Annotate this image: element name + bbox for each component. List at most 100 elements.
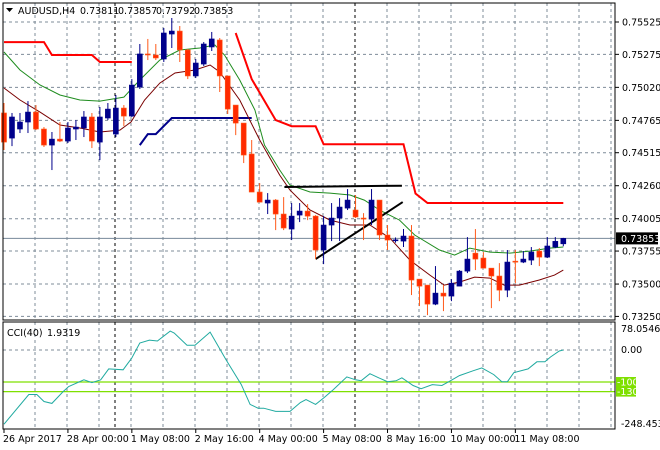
- candle-bullish: [336, 206, 343, 219]
- candle-bearish: [488, 267, 495, 277]
- cci-level-label: -130: [617, 387, 639, 398]
- candle-bullish: [328, 217, 335, 226]
- cci-header: CCI(40) 1.9319: [7, 328, 80, 339]
- candle-bearish: [224, 75, 231, 110]
- cci-panel-frame: [2, 321, 616, 430]
- time-tick-label: 1 May 08:00: [131, 434, 190, 445]
- candle-bearish: [536, 250, 543, 258]
- candle-bullish: [97, 116, 103, 143]
- candle-bearish: [280, 213, 287, 229]
- candle-bearish: [176, 30, 183, 51]
- candle-bullish: [456, 270, 463, 287]
- candle-bearish: [304, 210, 311, 217]
- candle-bearish: [512, 260, 519, 263]
- candle-bullish: [25, 111, 31, 123]
- candle-bullish: [432, 292, 439, 305]
- dropdown-triangle-icon[interactable]: [6, 8, 13, 12]
- candle-bullish: [17, 121, 23, 130]
- price-tick-label: 0.73500: [622, 280, 660, 291]
- cci-current-value: 1.9319: [47, 328, 80, 339]
- price-tick-label: 0.75525: [622, 18, 660, 29]
- candle-bearish: [480, 257, 487, 269]
- candle-bullish: [208, 38, 215, 48]
- candle-bullish: [129, 84, 135, 117]
- indicator-overlays: [3, 32, 564, 286]
- candle-bullish: [552, 241, 559, 248]
- candle-bullish: [288, 215, 295, 230]
- candle-bearish: [248, 153, 255, 193]
- candle-bearish: [216, 39, 223, 77]
- candle-bearish: [256, 191, 263, 203]
- candle-bullish: [320, 224, 327, 251]
- candle-bearish: [440, 292, 447, 297]
- candle-bullish: [137, 53, 143, 88]
- candle-bearish: [89, 116, 95, 142]
- price-tick-label: 0.75275: [622, 50, 660, 61]
- candle-bullish: [400, 235, 407, 242]
- candle-bullish: [161, 32, 167, 60]
- price-tick-label: 0.74005: [622, 214, 660, 225]
- time-tick-label: 11 May 08:00: [514, 434, 579, 445]
- candle-bullish: [65, 127, 71, 142]
- price-tick-label: 0.73755: [622, 247, 660, 258]
- candle-bullish: [560, 238, 567, 245]
- candle-bullish: [344, 199, 351, 209]
- candle-bearish: [41, 128, 47, 146]
- candle-bearish: [1, 112, 7, 143]
- high-value: 0.73857: [118, 6, 157, 17]
- candle-bullish: [264, 199, 271, 204]
- candles: [1, 17, 567, 316]
- time-tick-label: 8 May 16:00: [387, 434, 446, 445]
- price-tick-label: 0.74515: [622, 148, 660, 159]
- price-tick-label: 0.75020: [622, 83, 660, 94]
- candle-bearish: [240, 122, 247, 156]
- chart-header: AUDUSD,H4 0.73811 0.73857 0.73792 0.7385…: [6, 6, 233, 17]
- candle-bullish: [520, 258, 527, 263]
- cci-panel: [3, 330, 615, 425]
- candle-bullish: [9, 116, 15, 139]
- candle-bearish: [153, 54, 159, 59]
- candle-bearish: [312, 215, 319, 251]
- candle-bullish: [544, 245, 551, 258]
- cci-axis-label-zero: 0.00: [621, 345, 642, 356]
- candle-bearish: [472, 252, 479, 260]
- cci-line: [3, 330, 564, 425]
- candle-bearish: [272, 199, 279, 215]
- cci-axis-label-min: -248.4535: [621, 419, 660, 430]
- candle-bearish: [424, 284, 431, 305]
- candle-bullish: [448, 282, 455, 297]
- candle-bearish: [184, 49, 191, 77]
- candle-bullish: [192, 62, 199, 77]
- time-tick-label: 5 May 08:00: [323, 434, 382, 445]
- main-panel-frame: [2, 2, 616, 321]
- candle-bearish: [360, 217, 367, 220]
- candle-bullish: [464, 258, 471, 272]
- candle-bearish: [496, 275, 503, 291]
- cci-title: CCI(40): [7, 328, 43, 339]
- upper-band-line: [4, 41, 132, 63]
- time-tick-label: 10 May 00:00: [450, 434, 515, 445]
- candle-bullish: [113, 107, 119, 135]
- candle-bullish: [528, 251, 535, 261]
- price-chart[interactable]: 0.75525 0.75275 0.75020 0.74765 0.74515 0.742…: [0, 0, 660, 450]
- candle-bullish: [504, 261, 511, 291]
- time-tick-label: 2 May 16:00: [195, 434, 254, 445]
- candle-bullish: [368, 199, 375, 220]
- candle-bullish: [81, 116, 87, 129]
- time-tick-label: 4 May 00:00: [259, 434, 318, 445]
- trendline: [315, 201, 404, 260]
- time-tick-label: 28 Apr 00:00: [67, 434, 129, 445]
- candle-bearish: [408, 235, 415, 281]
- cci-axis-label-max: 78.0546: [621, 324, 660, 335]
- close-value: 0.73853: [194, 6, 233, 17]
- candle-bullish: [296, 210, 303, 216]
- price-tick-label: 0.74765: [622, 116, 660, 127]
- symbol-label: AUDUSD,H4: [18, 6, 75, 17]
- open-value: 0.73811: [80, 6, 119, 17]
- low-value: 0.73792: [156, 6, 195, 17]
- candle-bearish: [384, 234, 391, 241]
- price-tick-label: 0.73250: [622, 312, 660, 323]
- candle-bullish: [73, 126, 79, 130]
- candle-bearish: [121, 107, 127, 117]
- candle-bullish: [168, 30, 175, 35]
